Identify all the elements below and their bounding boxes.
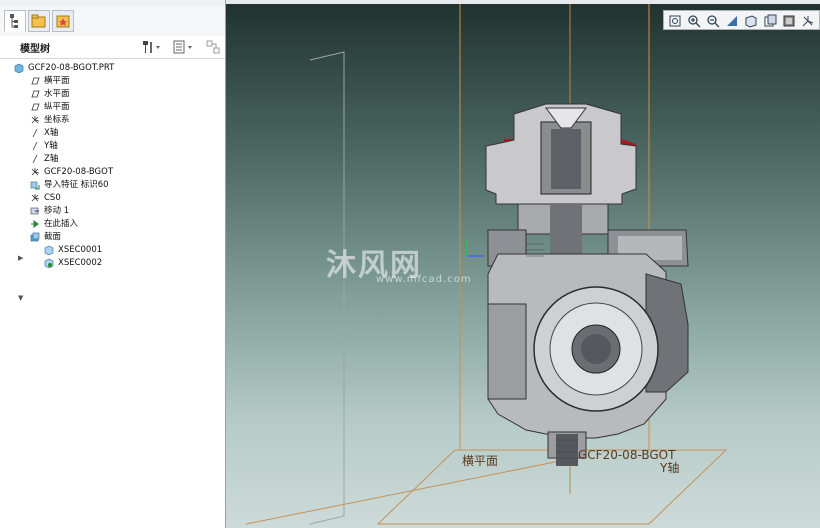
coordinate-system-icon: [31, 115, 40, 123]
datum-display-button[interactable]: [799, 12, 817, 29]
watermark-url: www.mfcad.com: [376, 274, 472, 285]
tree-item-label: GCF20-08-BGOT: [44, 167, 114, 177]
repaint-button[interactable]: [723, 12, 741, 29]
favorites-icon: [56, 15, 70, 28]
tree-item-sections[interactable]: 截面: [30, 231, 61, 244]
insert-here-arrow-icon: [31, 219, 39, 228]
section-icon: [44, 258, 54, 268]
tree-item-label: 横平面: [44, 76, 70, 86]
part-icon: [14, 63, 24, 73]
saved-views-button[interactable]: [761, 12, 779, 29]
datum-display-icon: [802, 15, 814, 26]
tree-item[interactable]: 横平面: [30, 75, 70, 88]
expand-arrow-icon[interactable]: ▶: [18, 252, 26, 265]
tree-item[interactable]: 纵平面: [30, 101, 70, 114]
import-feature-icon: [30, 181, 40, 189]
section-folder-icon: [30, 232, 40, 241]
valve-part: [485, 103, 689, 466]
zoom-out-icon: [707, 14, 720, 27]
model-tree-panel: 模型树 GCF20-08-BGOT.PRT 横平面 水平面 纵平面 坐标系 X轴: [0, 0, 226, 528]
favorites-tab[interactable]: [52, 10, 74, 32]
graphics-viewport[interactable]: 沐风网 www.mfcad.com 横平面 GCF20-08-BGOT Y轴: [226, 4, 820, 528]
saved-views-icon: [764, 14, 777, 26]
model-tree-tab[interactable]: [4, 10, 26, 32]
tree-item-label: 导入特征 标识60: [44, 180, 109, 190]
collapse-arrow-icon[interactable]: ▼: [18, 292, 26, 305]
navigator-tabs: [0, 6, 225, 37]
plane-label: 横平面: [462, 454, 499, 468]
coordinate-system-icon: [31, 193, 40, 201]
tree-root-item[interactable]: GCF20-08-BGOT.PRT: [14, 62, 114, 75]
coordinate-system-icon: [31, 167, 40, 175]
tree-item[interactable]: Y轴: [30, 140, 58, 153]
tree-item-label: XSEC0001: [58, 245, 103, 255]
tree-columns-icon: [206, 40, 220, 54]
tree-item-label: 水平面: [44, 89, 70, 99]
zoom-in-button[interactable]: [685, 12, 703, 29]
folder-browser-icon: [31, 14, 46, 28]
show-dropdown-button[interactable]: [172, 39, 196, 55]
datum-plane-icon: [31, 103, 40, 110]
view-manager-icon: [783, 15, 795, 26]
tree-filter-button[interactable]: [205, 39, 221, 55]
tools-icon: [143, 41, 160, 53]
settings-dropdown-button[interactable]: [140, 39, 162, 55]
tree-item-label: 纵平面: [44, 102, 70, 112]
csys-marker: [466, 239, 484, 257]
tree-item[interactable]: 坐标系: [30, 114, 70, 127]
display-style-icon: [745, 14, 757, 28]
tree-root-label: GCF20-08-BGOT.PRT: [28, 63, 115, 73]
datum-plane-icon: [31, 90, 40, 97]
model-scene: [245, 4, 728, 525]
tree-item[interactable]: XSEC0001: [44, 244, 102, 257]
view-toolbar: [663, 10, 820, 30]
tree-item[interactable]: 移动 1: [30, 205, 69, 218]
side-plane-outline: [309, 51, 345, 525]
tree-header: 模型树: [0, 36, 225, 59]
datum-plane-icon: [31, 77, 40, 84]
tree-item-label: 截面: [44, 232, 62, 242]
datum-axis-icon: [32, 141, 38, 150]
tree-item-label: 移动 1: [44, 206, 70, 216]
tree-item[interactable]: XSEC0002: [44, 257, 102, 270]
tree-item[interactable]: GCF20-08-BGOT: [30, 166, 113, 179]
tree-item-label: 坐标系: [44, 115, 70, 125]
axis-label: Y轴: [660, 461, 680, 475]
tree-item-label: Y轴: [44, 141, 58, 151]
zoom-fit-button[interactable]: [666, 12, 684, 29]
tree-item[interactable]: CS0: [30, 192, 61, 205]
tree-item-label: Z轴: [44, 154, 59, 164]
repaint-icon: [727, 15, 737, 26]
view-manager-button[interactable]: [780, 12, 798, 29]
tree-item-label: XSEC0002: [58, 258, 103, 268]
section-icon: [44, 245, 54, 255]
display-style-button[interactable]: [742, 12, 760, 29]
datum-axis-icon: [32, 154, 38, 163]
model-tree-icon: [10, 14, 18, 28]
show-list-icon: [173, 40, 192, 54]
tree-item[interactable]: X轴: [30, 127, 58, 140]
tree-item-label: CS0: [44, 193, 61, 203]
tree-item-label: 在此插入: [44, 219, 79, 229]
tree-item[interactable]: 导入特征 标识60: [30, 179, 109, 192]
folder-browser-tab[interactable]: [28, 10, 50, 32]
zoom-in-icon: [688, 14, 701, 27]
move-icon: [30, 207, 39, 214]
tree-title: 模型树: [20, 44, 50, 55]
plane-edge-line: [245, 458, 571, 525]
datum-axis-icon: [32, 128, 38, 137]
tree-item[interactable]: Z轴: [30, 153, 58, 166]
tree-item-label: X轴: [44, 128, 59, 138]
zoom-out-button[interactable]: [704, 12, 722, 29]
tree-item[interactable]: 水平面: [30, 88, 70, 101]
zoom-fit-icon: [669, 15, 681, 26]
tree-item-insert-here[interactable]: 在此插入: [30, 218, 78, 231]
